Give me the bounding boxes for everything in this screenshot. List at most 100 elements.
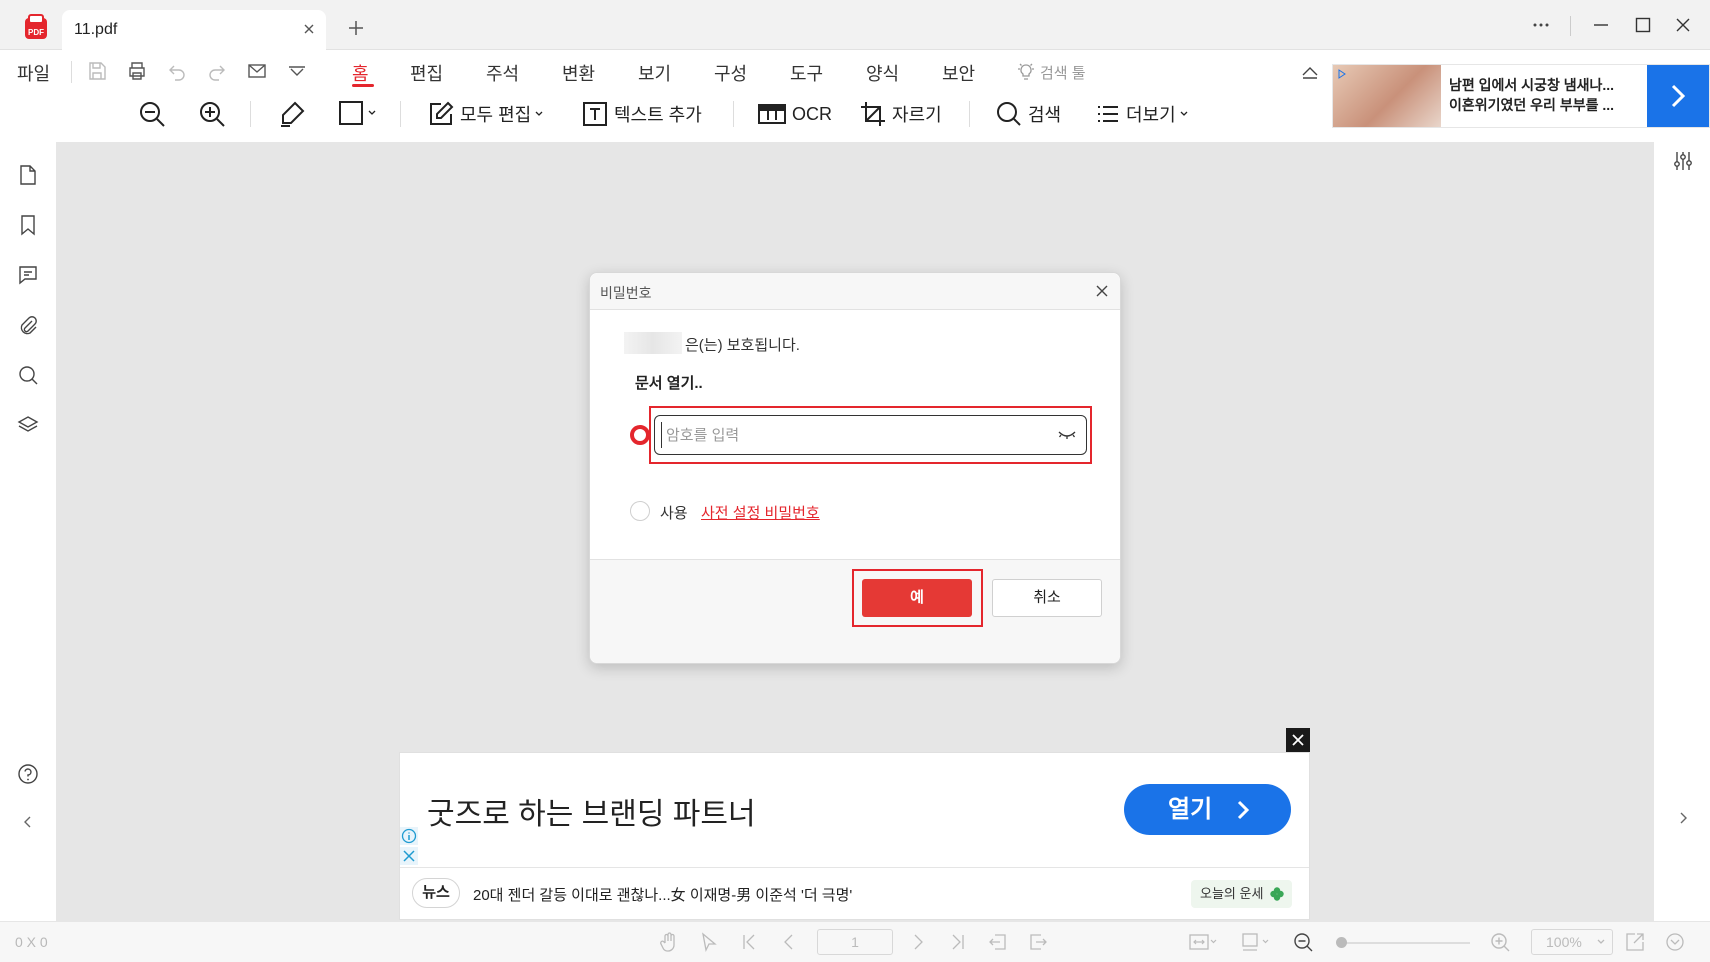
collapse-ribbon-icon[interactable] xyxy=(1300,62,1320,82)
ad-info-icon[interactable] xyxy=(400,827,418,845)
zoom-in-icon xyxy=(198,100,226,128)
page-thumbnail-icon[interactable] xyxy=(17,164,39,186)
next-page-icon[interactable] xyxy=(907,931,929,953)
ok-button[interactable]: 예 xyxy=(862,579,972,617)
dropdown-icon[interactable] xyxy=(286,60,308,82)
chevron-down-icon xyxy=(534,109,544,119)
highlighter-icon xyxy=(278,100,306,128)
top-advertisement[interactable]: 남편 입에서 시궁창 냄새나... 이혼위기였던 우리 부부를 ... xyxy=(1332,64,1710,128)
mail-icon[interactable] xyxy=(246,60,268,82)
news-row[interactable]: 뉴스 20대 젠더 갈등 이대로 괜찮나...女 이재명-男 이준석 '더 극명… xyxy=(400,867,1309,919)
print-icon[interactable] xyxy=(126,60,148,82)
menu-annotate[interactable]: 주석 xyxy=(486,60,519,86)
menu-file[interactable]: 파일 xyxy=(17,60,50,86)
page-layout-icon[interactable] xyxy=(1240,931,1270,953)
zoom-slider-handle[interactable] xyxy=(1336,937,1347,948)
shape-button[interactable] xyxy=(338,100,377,126)
status-dropdown-icon[interactable] xyxy=(1664,931,1686,953)
more-options-icon[interactable] xyxy=(1530,14,1552,36)
menu-organize[interactable]: 구성 xyxy=(714,60,747,86)
zoom-level-select[interactable]: 100% xyxy=(1531,929,1613,955)
ad-close-button[interactable] xyxy=(1286,728,1310,752)
zoom-in-button[interactable] xyxy=(198,100,226,128)
previous-page-icon[interactable] xyxy=(778,931,800,953)
menu-convert[interactable]: 변환 xyxy=(562,60,595,86)
select-tool-icon[interactable] xyxy=(698,931,720,953)
password-radio-selected[interactable] xyxy=(630,425,650,445)
bottom-advertisement[interactable]: 굿즈로 하는 브랜딩 파트너 열기 뉴스 20대 젠더 갈등 이대로 괜찮나..… xyxy=(399,752,1310,920)
menu-security[interactable]: 보안 xyxy=(942,60,975,86)
preset-password-link[interactable]: 사전 설정 비밀번호 xyxy=(701,502,820,523)
last-page-icon[interactable] xyxy=(947,931,969,953)
bookmark-icon[interactable] xyxy=(17,214,39,236)
more-label: 더보기 xyxy=(1126,105,1176,125)
menu-view[interactable]: 보기 xyxy=(638,60,671,86)
tab-close-icon[interactable] xyxy=(302,22,316,36)
settings-sliders-icon[interactable] xyxy=(1672,150,1694,172)
first-page-icon[interactable] xyxy=(738,931,760,953)
protected-message: 은(는) 보호됩니다. xyxy=(685,337,800,354)
document-tab[interactable]: 11.pdf xyxy=(62,10,326,50)
password-input[interactable] xyxy=(661,422,1041,448)
new-tab-icon[interactable] xyxy=(347,19,365,37)
left-sidebar xyxy=(0,142,57,921)
zoom-out-small-icon[interactable] xyxy=(1292,931,1314,953)
zoom-out-button[interactable] xyxy=(138,100,166,128)
hand-tool-icon[interactable] xyxy=(658,931,680,953)
zoom-in-small-icon[interactable] xyxy=(1489,931,1511,953)
window-close-icon[interactable] xyxy=(1672,14,1694,36)
help-icon[interactable] xyxy=(17,763,39,785)
menu-search-tools[interactable]: 검색 툴 xyxy=(1040,62,1086,83)
more-button[interactable]: 더보기 xyxy=(1096,101,1189,127)
crop-button[interactable]: 자르기 xyxy=(860,101,942,127)
divider xyxy=(733,101,734,127)
maximize-icon[interactable] xyxy=(1632,14,1654,36)
collapse-left-icon[interactable] xyxy=(21,815,35,829)
chevron-down-icon xyxy=(1179,109,1189,119)
redo-icon[interactable] xyxy=(206,60,228,82)
search-label: 검색 xyxy=(1028,105,1062,125)
chevron-down-icon xyxy=(367,108,377,118)
ad-arrow-button[interactable] xyxy=(1647,65,1709,127)
password-field[interactable] xyxy=(654,415,1087,455)
cancel-button[interactable]: 취소 xyxy=(992,579,1102,617)
edit-all-button[interactable]: 모두 편집 xyxy=(428,101,544,127)
right-sidebar xyxy=(1653,142,1710,921)
menu-edit[interactable]: 편집 xyxy=(410,60,443,86)
go-forward-icon[interactable] xyxy=(1027,931,1049,953)
search-panel-icon[interactable] xyxy=(17,364,39,386)
search-button[interactable]: 검색 xyxy=(996,101,1061,127)
undo-icon[interactable] xyxy=(166,60,188,82)
preset-password-radio[interactable] xyxy=(630,501,650,521)
ad-open-button[interactable]: 열기 xyxy=(1124,784,1291,835)
minimize-icon[interactable] xyxy=(1590,14,1612,36)
dialog-title: 비밀번호 xyxy=(600,285,652,301)
hide-password-icon[interactable] xyxy=(1058,429,1076,441)
layers-icon[interactable] xyxy=(17,414,39,436)
svg-text:PDF: PDF xyxy=(28,28,44,37)
dialog-close-icon[interactable] xyxy=(1094,283,1110,299)
pdf-app-icon: PDF xyxy=(22,14,50,42)
fortune-button[interactable]: 오늘의 운세 xyxy=(1191,880,1292,908)
zoom-slider[interactable] xyxy=(1338,942,1470,944)
menu-forms[interactable]: 양식 xyxy=(866,60,899,86)
page-number-input[interactable]: 1 xyxy=(817,929,893,955)
menu-tools[interactable]: 도구 xyxy=(790,60,823,86)
save-icon[interactable] xyxy=(86,60,108,82)
ad-headline: 굿즈로 하는 브랜딩 파트너 xyxy=(427,798,756,831)
attachment-icon[interactable] xyxy=(17,314,39,336)
ad-dismiss-icon[interactable] xyxy=(400,847,418,865)
comment-icon[interactable] xyxy=(17,264,39,286)
zoom-level-value: 100% xyxy=(1546,934,1582,950)
go-back-icon[interactable] xyxy=(987,931,1009,953)
menu-home[interactable]: 홈 xyxy=(352,60,369,86)
ocr-button[interactable]: OCR xyxy=(758,101,832,127)
divider xyxy=(400,101,401,127)
add-text-button[interactable]: 텍스트 추가 xyxy=(582,101,702,127)
highlight-button[interactable] xyxy=(278,100,306,128)
external-window-icon[interactable] xyxy=(1624,931,1646,953)
news-headline[interactable]: 20대 젠더 갈등 이대로 괜찮나...女 이재명-男 이준석 '더 극명' xyxy=(473,884,852,905)
fit-width-icon[interactable] xyxy=(1188,931,1218,953)
expand-right-icon[interactable] xyxy=(1676,811,1690,825)
use-label: 사용 xyxy=(660,505,688,522)
